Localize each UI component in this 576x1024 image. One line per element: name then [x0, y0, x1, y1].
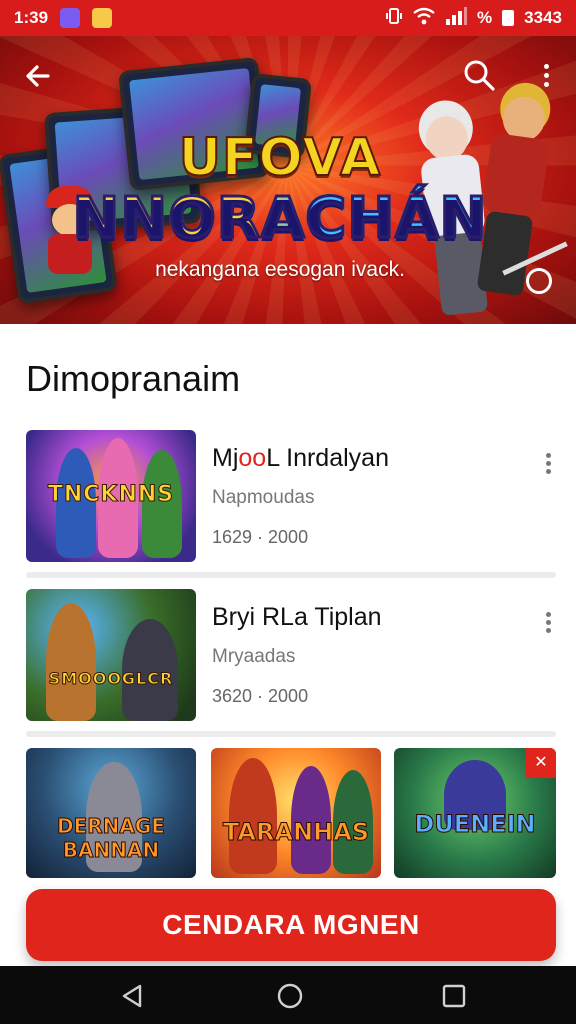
battery-icon: [502, 10, 515, 26]
more-options-button[interactable]: [540, 60, 552, 96]
list-item[interactable]: SMOOOGLCR Bryi RLa Tiplan Mryaadas 3620 …: [26, 589, 556, 721]
list-item[interactable]: TNCKNNS MjooL Inrdalyan Napmoudas 1629 ·…: [26, 430, 556, 562]
refresh-icon[interactable]: [526, 268, 552, 294]
game-subtitle: Napmoudas: [212, 487, 315, 508]
thumb-label: SMOOOGLCR: [48, 669, 174, 689]
banner-title-line2: NNORACHÁN: [0, 185, 568, 253]
banner-title-line1: UFOVA: [178, 127, 382, 189]
tile-label: DERNAGE BANNAN: [57, 814, 166, 863]
game-title: MjooL Inrdalyan: [212, 444, 389, 472]
search-icon: [464, 60, 495, 91]
hero-banner: UFOVA NNORACHÁN nekangana eesogan ivack.: [0, 36, 576, 324]
tile-label: DUENEIN: [414, 810, 536, 839]
divider: [26, 731, 556, 737]
game-tiles: DERNAGE BANNAN TARANHAS DUENEIN ✕: [26, 748, 576, 878]
notification-app-icon-2: [92, 8, 113, 28]
game-thumbnail: TNCKNNS: [26, 430, 196, 562]
status-bar: 1:39 % 3343: [0, 0, 576, 36]
game-thumbnail: SMOOOGLCR: [26, 589, 196, 721]
game-subtitle: Mryaadas: [212, 646, 296, 667]
section-title: Dimopranaim: [26, 358, 241, 399]
nav-home-icon[interactable]: [276, 982, 304, 1010]
primary-cta-button[interactable]: CENDARA MGNEN: [26, 889, 556, 961]
close-icon[interactable]: ✕: [526, 748, 556, 778]
game-tile[interactable]: DUENEIN ✕: [394, 748, 556, 878]
thumb-label: TNCKNNS: [47, 482, 175, 508]
arrow-left-icon: [26, 65, 50, 87]
game-meta: 3620 · 2000: [212, 686, 309, 706]
more-vertical-icon[interactable]: [542, 450, 554, 480]
search-button[interactable]: [462, 58, 498, 94]
status-time: 1:39: [14, 8, 49, 27]
nav-recents-icon[interactable]: [440, 982, 468, 1010]
system-nav-bar: [0, 966, 576, 1024]
status-right-text: 3343: [524, 8, 562, 27]
game-title: Bryi RLa Tiplan: [212, 603, 382, 631]
game-meta: 1629 · 2000: [212, 527, 309, 547]
notification-app-icon: [60, 8, 81, 28]
back-button[interactable]: [22, 60, 58, 96]
game-tile[interactable]: DERNAGE BANNAN: [26, 748, 196, 878]
game-tile[interactable]: TARANHAS: [211, 748, 381, 878]
signal-percent: %: [477, 8, 493, 27]
tile-label: TARANHAS: [222, 818, 370, 847]
more-vertical-icon[interactable]: [542, 609, 554, 639]
cell-signal-icon: [445, 6, 468, 30]
banner-subtitle: nekangana eesogan ivack.: [155, 258, 405, 281]
divider: [26, 572, 556, 578]
wifi-icon: [413, 7, 435, 30]
vibrate-icon: [385, 7, 403, 30]
nav-back-icon[interactable]: [118, 982, 146, 1010]
